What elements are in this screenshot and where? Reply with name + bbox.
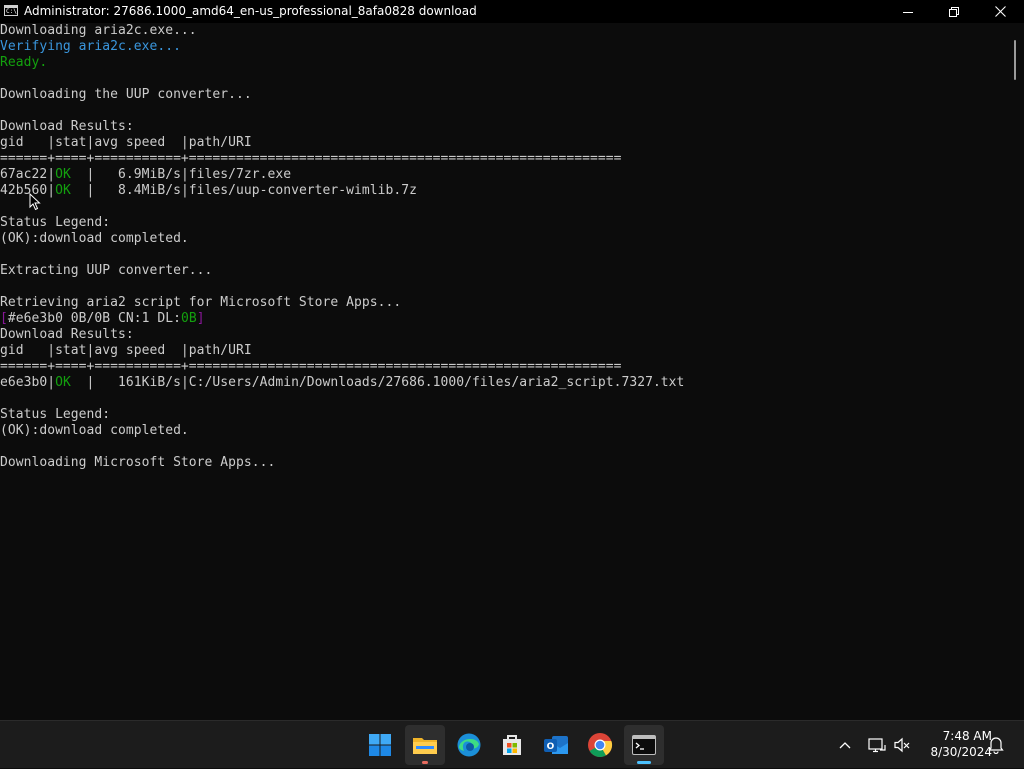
result-details: | 6.9MiB/s|files/7zr.exe: [70, 167, 292, 182]
console-line: ======+====+===========+================…: [0, 151, 622, 166]
network-icon: [868, 738, 886, 753]
progress-text: #e6e3b0 0B/0B CN:1 DL:: [7, 311, 181, 326]
console-line: Downloading Microsoft Store Apps...: [0, 455, 276, 470]
notifications-button[interactable]: [984, 721, 1008, 769]
running-indicator: [422, 761, 428, 764]
taskbar-edge[interactable]: [449, 725, 489, 765]
volume-button[interactable]: [890, 721, 914, 769]
taskbar-outlook[interactable]: O: [536, 725, 576, 765]
close-icon: [994, 6, 1006, 17]
result-details: | 161KiB/s|C:/Users/Admin/Downloads/2768…: [70, 375, 685, 390]
result-gid: 67ac22|: [0, 167, 56, 182]
chrome-icon: [588, 733, 613, 758]
console-line: Download Results:: [0, 327, 134, 342]
console-line: Status Legend:: [0, 215, 111, 230]
close-button[interactable]: [977, 0, 1023, 23]
result-row: e6e3b0|OK | 161KiB/s|C:/Users/Admin/Down…: [0, 375, 1006, 391]
console-line: Retrieving aria2 script for Microsoft St…: [0, 295, 402, 310]
taskbar: O 7:48 AM 8/30/2024: [0, 720, 1024, 768]
scrollbar-thumb[interactable]: [1014, 40, 1016, 80]
console-line: Download Results:: [0, 119, 134, 134]
result-status: OK: [55, 375, 71, 390]
console-line: Ready.: [0, 55, 48, 70]
result-row: 42b560|OK | 8.4MiB/s|files/uup-converter…: [0, 183, 1006, 199]
volume-muted-icon: [894, 737, 910, 753]
minimize-icon: [903, 11, 913, 13]
vertical-scrollbar[interactable]: [1006, 23, 1024, 720]
console-line: Extracting UUP converter...: [0, 263, 213, 278]
clock-date: 8/30/2024: [930, 745, 992, 759]
title-bar[interactable]: C:\ Administrator: 27686.1000_amd64_en-u…: [0, 0, 1024, 23]
network-button[interactable]: [864, 721, 890, 769]
chevron-up-icon: [839, 742, 851, 749]
console-line: (OK):download completed.: [0, 423, 189, 438]
progress-line: [#e6e3b0 0B/0B CN:1 DL:0B]: [0, 311, 1006, 327]
start-button[interactable]: [360, 725, 400, 765]
maximize-button[interactable]: [931, 0, 977, 23]
result-gid: 42b560|: [0, 183, 56, 198]
taskbar-terminal[interactable]: [624, 725, 664, 765]
progress-bracket-close: ]: [196, 311, 205, 326]
cmd-icon: C:\: [4, 5, 18, 16]
mouse-cursor-icon: [29, 193, 41, 211]
progress-dl-value: 0B: [180, 311, 197, 326]
system-clock[interactable]: 7:48 AM 8/30/2024: [916, 728, 992, 760]
result-status: OK: [55, 183, 71, 198]
taskbar-store[interactable]: [492, 725, 532, 765]
microsoft-store-icon: [503, 735, 521, 755]
taskbar-chrome[interactable]: [580, 725, 620, 765]
result-details: | 8.4MiB/s|files/uup-converter-wimlib.7z: [70, 183, 417, 198]
console-line: ======+====+===========+================…: [0, 359, 622, 374]
console-line: Downloading aria2c.exe...: [0, 23, 197, 38]
result-row: 67ac22|OK | 6.9MiB/s|files/7zr.exe: [0, 167, 1006, 183]
console-line: Downloading the UUP converter...: [0, 87, 252, 102]
clock-time: 7:48 AM: [942, 729, 992, 743]
start-icon: [369, 734, 391, 756]
terminal-icon: [632, 735, 656, 755]
result-gid: e6e3b0|: [0, 375, 56, 390]
svg-text:O: O: [547, 742, 555, 752]
progress-bracket-open: [: [0, 311, 8, 326]
show-hidden-icons-button[interactable]: [834, 721, 856, 769]
restore-icon: [949, 6, 959, 17]
console-window: C:\ Administrator: 27686.1000_amd64_en-u…: [0, 0, 1024, 720]
minimize-button[interactable]: [885, 0, 931, 23]
console-line: Status Legend:: [0, 407, 111, 422]
window-title: Administrator: 27686.1000_amd64_en-us_pr…: [24, 4, 477, 18]
console-line: gid |stat|avg speed |path/URI: [0, 135, 252, 150]
file-explorer-icon: [413, 738, 437, 754]
edge-icon: [457, 733, 481, 757]
active-indicator: [637, 761, 651, 764]
notification-bell-icon: [988, 737, 1004, 754]
console-line: Verifying aria2c.exe...: [0, 39, 181, 54]
taskbar-file-explorer[interactable]: [405, 725, 445, 765]
result-status: OK: [55, 167, 71, 182]
console-output[interactable]: Downloading aria2c.exe... Verifying aria…: [0, 23, 1006, 720]
outlook-icon: O: [544, 736, 568, 754]
console-line: gid |stat|avg speed |path/URI: [0, 343, 252, 358]
console-line: (OK):download completed.: [0, 231, 189, 246]
